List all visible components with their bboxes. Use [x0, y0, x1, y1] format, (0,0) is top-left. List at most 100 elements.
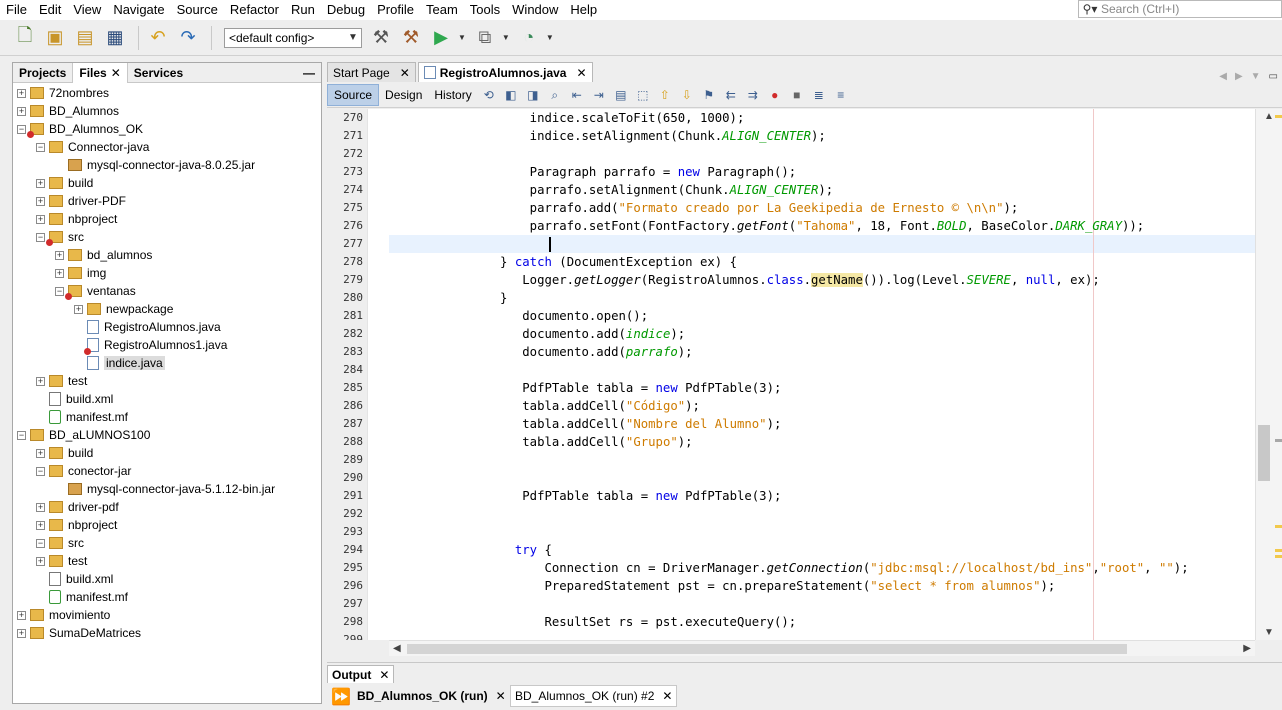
error-stripe-mark[interactable] [1275, 115, 1282, 118]
clean-build-icon[interactable]: ⚒ [398, 25, 424, 51]
expand-toggle-icon[interactable]: + [17, 106, 26, 116]
tree-item[interactable]: − Connector-java [36, 138, 149, 156]
horizontal-scrollbar[interactable]: ◀ ▶ [389, 640, 1255, 656]
tree-item[interactable]: + test [36, 372, 87, 390]
tree-item[interactable]: − src [36, 228, 84, 246]
expand-toggle-icon[interactable]: − [17, 430, 26, 440]
tree-item[interactable]: − src [36, 534, 84, 552]
code-line[interactable]: } catch (DocumentException ex) { [389, 253, 737, 271]
expand-toggle-icon[interactable]: − [36, 466, 45, 476]
tree-item[interactable]: indice.java [74, 354, 165, 372]
code-line[interactable]: PreparedStatement pst = cn.prepareStatem… [389, 577, 1055, 595]
hammer-icon[interactable]: ⚒ [368, 25, 394, 51]
menu-refactor[interactable]: Refactor [224, 0, 285, 20]
comment-icon[interactable]: ≣ [811, 87, 827, 103]
close-icon[interactable]: ✕ [496, 689, 506, 703]
menu-team[interactable]: Team [420, 0, 464, 20]
scroll-right-icon[interactable]: ▶ [1243, 641, 1251, 657]
expand-toggle-icon[interactable]: + [55, 250, 64, 260]
open-project-icon[interactable]: ▤ [72, 25, 98, 51]
code-line[interactable]: Connection cn = DriverManager.getConnect… [389, 559, 1188, 577]
menu-navigate[interactable]: Navigate [107, 0, 170, 20]
last-edit-icon[interactable]: ⟲ [481, 87, 497, 103]
expand-toggle-icon[interactable]: + [36, 448, 45, 458]
menu-tools[interactable]: Tools [464, 0, 506, 20]
rerun-icon[interactable]: ⏩ [331, 687, 351, 707]
code-line[interactable]: documento.open(); [389, 307, 648, 325]
close-icon[interactable]: ✕ [400, 66, 410, 80]
menu-file[interactable]: File [0, 0, 33, 20]
find-next-icon[interactable]: ⇥ [591, 87, 607, 103]
expand-toggle-icon[interactable]: + [36, 376, 45, 386]
expand-toggle-icon[interactable]: + [17, 628, 26, 638]
tree-item[interactable]: RegistroAlumnos.java [74, 318, 221, 336]
tree-item[interactable]: + SumaDeMatrices [17, 624, 141, 642]
tree-item[interactable]: mysql-connector-java-8.0.25.jar [55, 156, 255, 174]
code-line[interactable]: indice.setAlignment(Chunk.ALIGN_CENTER); [389, 127, 826, 145]
run-dropdown-icon[interactable]: ▼ [458, 33, 466, 42]
tree-item[interactable]: + nbproject [36, 516, 117, 534]
output-tab-run-2[interactable]: BD_Alumnos_OK (run) #2 ✕ [510, 685, 678, 707]
config-select[interactable]: <default config> ▼ [224, 27, 362, 48]
shift-left-icon[interactable]: ⇇ [723, 87, 739, 103]
close-icon[interactable]: ✕ [576, 66, 586, 80]
scrollbar-thumb[interactable] [1258, 425, 1270, 481]
error-stripe-mark[interactable] [1275, 549, 1282, 552]
code-line[interactable]: PdfPTable tabla = new PdfPTable(3); [389, 487, 781, 505]
code-line[interactable]: tabla.addCell("Nombre del Alumno"); [389, 415, 781, 433]
expand-toggle-icon[interactable]: + [36, 520, 45, 530]
tree-item[interactable]: + test [36, 552, 87, 570]
code-area[interactable]: indice.scaleToFit(650, 1000); indice.set… [389, 109, 1255, 640]
error-stripe-mark[interactable] [1275, 439, 1282, 442]
history-button[interactable]: History [428, 84, 477, 106]
scrollbar-thumb[interactable] [407, 644, 1127, 654]
find-icon[interactable]: ⌕ [547, 87, 563, 103]
undo-icon[interactable]: ↶ [145, 25, 171, 51]
tab-projects[interactable]: Projects [13, 63, 72, 83]
find-prev-icon[interactable]: ⇤ [569, 87, 585, 103]
tree-item[interactable]: + BD_Alumnos [17, 102, 119, 120]
next-bookmark-icon[interactable]: ⇩ [679, 87, 695, 103]
tree-item[interactable]: − ventanas [55, 282, 136, 300]
record-macro-icon[interactable]: ● [767, 87, 783, 103]
uncomment-icon[interactable]: ≡ [833, 87, 849, 103]
code-line[interactable]: parrafo.setAlignment(Chunk.ALIGN_CENTER)… [389, 181, 834, 199]
tree-item[interactable]: manifest.mf [36, 588, 128, 606]
tree-item[interactable]: − conector-jar [36, 462, 131, 480]
run-icon[interactable]: ▶ [428, 25, 454, 51]
tree-item[interactable]: build.xml [36, 390, 113, 408]
expand-toggle-icon[interactable]: − [55, 286, 64, 296]
tree-item[interactable]: +72nombres [17, 84, 109, 102]
expand-toggle-icon[interactable]: + [17, 88, 26, 98]
tree-item[interactable]: − BD_Alumnos_OK [17, 120, 143, 138]
tree-item[interactable]: − BD_aLUMNOS100 [17, 426, 150, 444]
code-line[interactable]: ResultSet rs = pst.executeQuery(); [389, 613, 796, 631]
tree-item[interactable]: RegistroAlumnos1.java [74, 336, 227, 355]
menu-help[interactable]: Help [564, 0, 603, 20]
error-stripe-mark[interactable] [1275, 555, 1282, 558]
tree-item[interactable]: + newpackage [74, 300, 173, 318]
tab-output[interactable]: Output ✕ [327, 665, 395, 683]
output-tab-run[interactable]: BD_Alumnos_OK (run) ✕ [353, 685, 510, 707]
expand-toggle-icon[interactable]: + [36, 214, 45, 224]
rect-select-icon[interactable]: ⬚ [635, 87, 651, 103]
expand-toggle-icon[interactable]: + [55, 268, 64, 278]
source-button[interactable]: Source [327, 84, 380, 106]
scroll-right-icon[interactable]: ▶ [1235, 71, 1243, 82]
toggle-bookmark-icon[interactable]: ⚑ [701, 87, 717, 103]
shift-right-icon[interactable]: ⇉ [745, 87, 761, 103]
toggle-highlight-icon[interactable]: ▤ [613, 87, 629, 103]
menu-profile[interactable]: Profile [371, 0, 420, 20]
new-project-icon[interactable]: ▣ [42, 25, 68, 51]
code-line[interactable]: parrafo.add("Formato creado por La Geeki… [389, 199, 1019, 217]
menu-window[interactable]: Window [506, 0, 564, 20]
design-button[interactable]: Design [379, 84, 428, 106]
expand-toggle-icon[interactable]: − [36, 232, 45, 242]
tab-list-icon[interactable]: ▼ [1251, 71, 1261, 82]
code-line[interactable]: documento.add(indice); [389, 325, 685, 343]
tab-registroalumnos[interactable]: RegistroAlumnos.java ✕ [417, 62, 593, 82]
tab-files[interactable]: Files ✕ [72, 62, 128, 83]
code-line[interactable]: Logger.getLogger(RegistroAlumnos.class.g… [389, 271, 1100, 289]
code-line[interactable]: documento.add(parrafo); [389, 343, 692, 361]
debug-icon[interactable]: ⧉ [472, 25, 498, 51]
